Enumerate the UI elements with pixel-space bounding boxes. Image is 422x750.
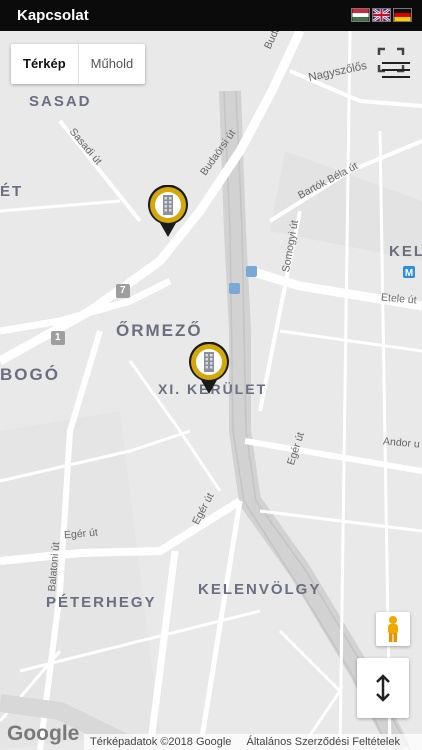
- location-pin-icon[interactable]: [187, 342, 231, 396]
- google-logo: Google: [7, 722, 80, 745]
- road-number-1: 1: [55, 332, 61, 343]
- map-orientation-button[interactable]: [357, 658, 409, 718]
- map-type-toggle: Térkép Műhold: [11, 44, 146, 84]
- language-flags: [351, 8, 412, 22]
- map-data-attribution: Térképadatok ©2018 Google: [90, 736, 232, 748]
- district-label-peterhegy: PÉTERHEGY: [46, 594, 157, 611]
- germany-flag-icon[interactable]: [393, 8, 412, 22]
- hamburger-menu-icon[interactable]: [382, 62, 410, 80]
- district-label-kelenvolgy: KELENVÖLGY: [198, 581, 322, 598]
- map-type-satellite-button[interactable]: Műhold: [79, 44, 146, 84]
- map-canvas[interactable]: M 7 1 SASAD ÉT ŐRMEZŐ BOGÓ XI. KERÜLET P…: [0, 31, 422, 750]
- district-label-ormezo: ŐRMEZŐ: [116, 321, 203, 340]
- location-pin-icon[interactable]: [146, 185, 190, 239]
- map-footer: Térképadatok ©2018 Google Általános Szer…: [84, 734, 422, 750]
- street-view-pegman-button[interactable]: [376, 612, 410, 646]
- district-label-sasad: SASAD: [29, 93, 92, 110]
- map-type-map-button[interactable]: Térkép: [11, 44, 79, 84]
- district-label-kel: KEL: [389, 243, 422, 260]
- district-label-et: ÉT: [0, 183, 24, 200]
- uk-flag-icon[interactable]: [372, 8, 391, 22]
- vertical-arrows-icon: [376, 674, 390, 702]
- district-label-bogo: BOGÓ: [0, 365, 60, 384]
- hungary-flag-icon[interactable]: [351, 8, 370, 22]
- road-number-7: 7: [120, 285, 126, 296]
- page-title: Kapcsolat: [17, 7, 89, 24]
- svg-text:M: M: [405, 268, 413, 279]
- terms-link[interactable]: Általános Szerződési Feltételek: [246, 736, 399, 748]
- pegman-icon: [388, 616, 398, 642]
- top-bar: Kapcsolat: [0, 0, 422, 31]
